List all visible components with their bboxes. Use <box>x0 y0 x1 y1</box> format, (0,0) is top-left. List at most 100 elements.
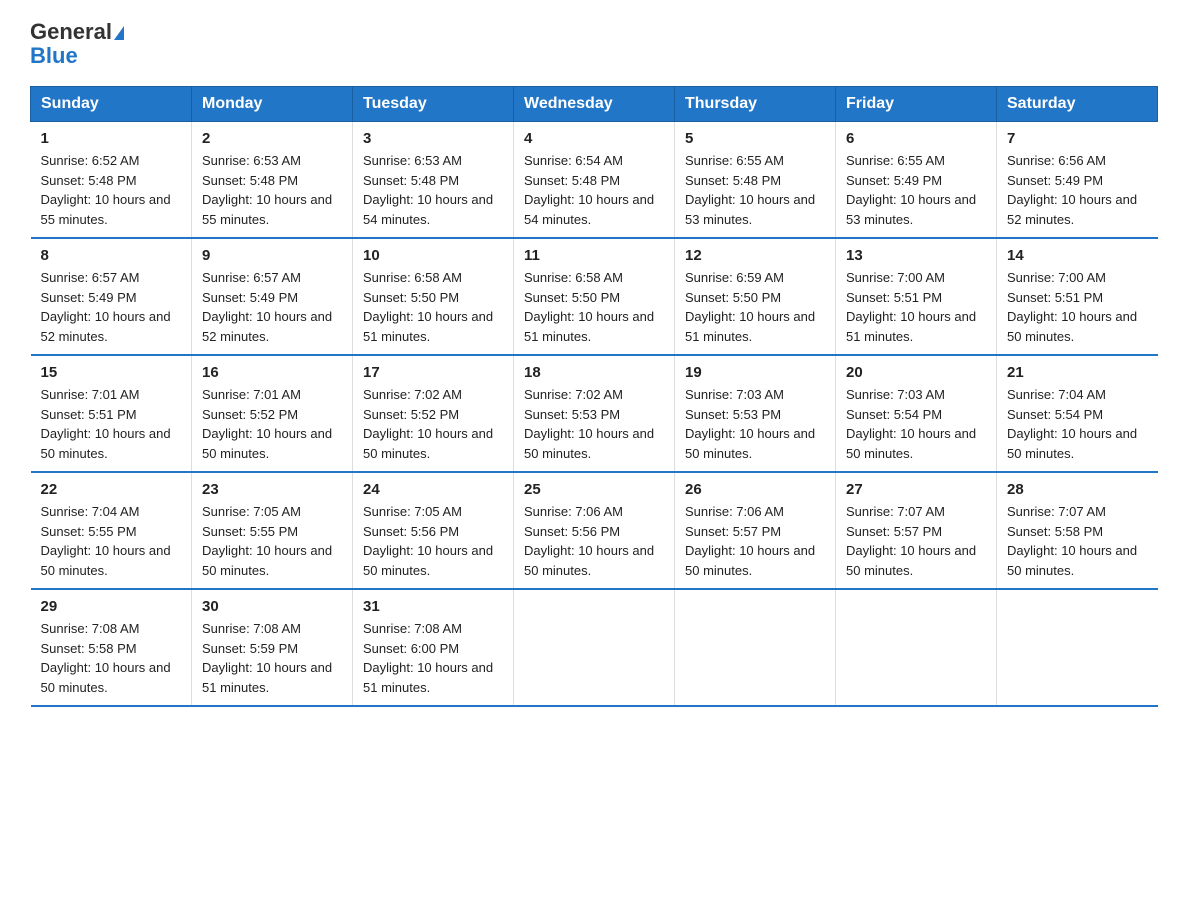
day-info: Sunrise: 6:55 AMSunset: 5:48 PMDaylight:… <box>685 153 815 227</box>
day-number: 19 <box>685 364 825 381</box>
weekday-header-saturday: Saturday <box>997 87 1158 122</box>
day-number: 1 <box>41 130 182 147</box>
day-info: Sunrise: 7:07 AMSunset: 5:58 PMDaylight:… <box>1007 504 1137 578</box>
calendar-cell: 1 Sunrise: 6:52 AMSunset: 5:48 PMDaylight… <box>31 122 192 239</box>
calendar-week-row: 1 Sunrise: 6:52 AMSunset: 5:48 PMDaylight… <box>31 122 1158 239</box>
day-info: Sunrise: 7:02 AMSunset: 5:53 PMDaylight:… <box>524 387 654 461</box>
logo-general-text: General <box>30 19 112 44</box>
logo-blue-text: Blue <box>30 44 124 68</box>
calendar-cell: 26Sunrise: 7:06 AMSunset: 5:57 PMDayligh… <box>675 472 836 589</box>
day-number: 27 <box>846 481 986 498</box>
day-number: 15 <box>41 364 182 381</box>
calendar-cell: 19Sunrise: 7:03 AMSunset: 5:53 PMDayligh… <box>675 355 836 472</box>
day-info: Sunrise: 7:05 AMSunset: 5:56 PMDaylight:… <box>363 504 493 578</box>
calendar-cell: 20 Sunrise: 7:03 AMSunset: 5:54 PMDayligh… <box>836 355 997 472</box>
calendar-cell: 11 Sunrise: 6:58 AMSunset: 5:50 PMDayligh… <box>514 238 675 355</box>
calendar-cell: 27 Sunrise: 7:07 AMSunset: 5:57 PMDayligh… <box>836 472 997 589</box>
day-info: Sunrise: 6:59 AMSunset: 5:50 PMDaylight:… <box>685 270 815 344</box>
day-info: Sunrise: 7:01 AMSunset: 5:52 PMDaylight:… <box>202 387 332 461</box>
day-number: 8 <box>41 247 182 264</box>
calendar-cell: 14Sunrise: 7:00 AMSunset: 5:51 PMDayligh… <box>997 238 1158 355</box>
day-info: Sunrise: 7:08 AMSunset: 5:59 PMDaylight:… <box>202 621 332 695</box>
day-info: Sunrise: 7:01 AMSunset: 5:51 PMDaylight:… <box>41 387 171 461</box>
calendar-cell: 22Sunrise: 7:04 AMSunset: 5:55 PMDayligh… <box>31 472 192 589</box>
logo-triangle-icon <box>114 26 124 40</box>
day-number: 9 <box>202 247 342 264</box>
day-info: Sunrise: 6:53 AMSunset: 5:48 PMDaylight:… <box>202 153 332 227</box>
calendar-cell: 29Sunrise: 7:08 AMSunset: 5:58 PMDayligh… <box>31 589 192 706</box>
day-info: Sunrise: 7:00 AMSunset: 5:51 PMDaylight:… <box>846 270 976 344</box>
day-number: 26 <box>685 481 825 498</box>
day-info: Sunrise: 7:08 AMSunset: 6:00 PMDaylight:… <box>363 621 493 695</box>
day-number: 12 <box>685 247 825 264</box>
day-info: Sunrise: 6:58 AMSunset: 5:50 PMDaylight:… <box>524 270 654 344</box>
day-number: 20 <box>846 364 986 381</box>
day-number: 24 <box>363 481 503 498</box>
weekday-header-tuesday: Tuesday <box>353 87 514 122</box>
calendar-week-row: 15 Sunrise: 7:01 AMSunset: 5:51 PMDayligh… <box>31 355 1158 472</box>
calendar-cell: 18 Sunrise: 7:02 AMSunset: 5:53 PMDayligh… <box>514 355 675 472</box>
day-info: Sunrise: 6:58 AMSunset: 5:50 PMDaylight:… <box>363 270 493 344</box>
calendar-cell: 21 Sunrise: 7:04 AMSunset: 5:54 PMDayligh… <box>997 355 1158 472</box>
day-number: 11 <box>524 247 664 264</box>
day-info: Sunrise: 6:55 AMSunset: 5:49 PMDaylight:… <box>846 153 976 227</box>
calendar-cell: 4Sunrise: 6:54 AMSunset: 5:48 PMDaylight… <box>514 122 675 239</box>
calendar-cell: 17 Sunrise: 7:02 AMSunset: 5:52 PMDayligh… <box>353 355 514 472</box>
weekday-header-row: SundayMondayTuesdayWednesdayThursdayFrid… <box>31 87 1158 122</box>
day-info: Sunrise: 7:06 AMSunset: 5:56 PMDaylight:… <box>524 504 654 578</box>
weekday-header-thursday: Thursday <box>675 87 836 122</box>
day-info: Sunrise: 7:04 AMSunset: 5:55 PMDaylight:… <box>41 504 171 578</box>
weekday-header-friday: Friday <box>836 87 997 122</box>
day-info: Sunrise: 7:02 AMSunset: 5:52 PMDaylight:… <box>363 387 493 461</box>
day-info: Sunrise: 6:52 AMSunset: 5:48 PMDaylight:… <box>41 153 171 227</box>
calendar-cell <box>836 589 997 706</box>
calendar-week-row: 8 Sunrise: 6:57 AMSunset: 5:49 PMDaylight… <box>31 238 1158 355</box>
calendar-cell: 6 Sunrise: 6:55 AMSunset: 5:49 PMDaylight… <box>836 122 997 239</box>
calendar-cell: 23Sunrise: 7:05 AMSunset: 5:55 PMDayligh… <box>192 472 353 589</box>
day-info: Sunrise: 6:54 AMSunset: 5:48 PMDaylight:… <box>524 153 654 227</box>
calendar-cell: 16 Sunrise: 7:01 AMSunset: 5:52 PMDayligh… <box>192 355 353 472</box>
logo: General Blue <box>30 20 124 68</box>
day-number: 13 <box>846 247 986 264</box>
day-number: 30 <box>202 598 342 615</box>
day-number: 6 <box>846 130 986 147</box>
day-number: 25 <box>524 481 664 498</box>
day-number: 7 <box>1007 130 1148 147</box>
calendar-cell <box>997 589 1158 706</box>
calendar-week-row: 22Sunrise: 7:04 AMSunset: 5:55 PMDayligh… <box>31 472 1158 589</box>
calendar-cell: 30 Sunrise: 7:08 AMSunset: 5:59 PMDayligh… <box>192 589 353 706</box>
day-info: Sunrise: 6:57 AMSunset: 5:49 PMDaylight:… <box>202 270 332 344</box>
day-info: Sunrise: 6:53 AMSunset: 5:48 PMDaylight:… <box>363 153 493 227</box>
calendar-cell: 25 Sunrise: 7:06 AMSunset: 5:56 PMDayligh… <box>514 472 675 589</box>
day-number: 5 <box>685 130 825 147</box>
calendar-week-row: 29Sunrise: 7:08 AMSunset: 5:58 PMDayligh… <box>31 589 1158 706</box>
day-info: Sunrise: 7:03 AMSunset: 5:54 PMDaylight:… <box>846 387 976 461</box>
calendar-table: SundayMondayTuesdayWednesdayThursdayFrid… <box>30 86 1158 707</box>
calendar-cell: 8Sunrise: 6:57 AMSunset: 5:49 PMDaylight… <box>31 238 192 355</box>
calendar-cell: 24 Sunrise: 7:05 AMSunset: 5:56 PMDayligh… <box>353 472 514 589</box>
calendar-cell: 12 Sunrise: 6:59 AMSunset: 5:50 PMDayligh… <box>675 238 836 355</box>
day-number: 29 <box>41 598 182 615</box>
calendar-cell: 31Sunrise: 7:08 AMSunset: 6:00 PMDayligh… <box>353 589 514 706</box>
page-header: General Blue <box>30 20 1158 68</box>
calendar-cell: 15 Sunrise: 7:01 AMSunset: 5:51 PMDayligh… <box>31 355 192 472</box>
day-number: 2 <box>202 130 342 147</box>
calendar-cell <box>514 589 675 706</box>
day-info: Sunrise: 6:56 AMSunset: 5:49 PMDaylight:… <box>1007 153 1137 227</box>
weekday-header-wednesday: Wednesday <box>514 87 675 122</box>
day-number: 21 <box>1007 364 1148 381</box>
day-number: 16 <box>202 364 342 381</box>
day-number: 28 <box>1007 481 1148 498</box>
day-number: 17 <box>363 364 503 381</box>
weekday-header-sunday: Sunday <box>31 87 192 122</box>
day-number: 10 <box>363 247 503 264</box>
day-info: Sunrise: 7:07 AMSunset: 5:57 PMDaylight:… <box>846 504 976 578</box>
calendar-cell: 3Sunrise: 6:53 AMSunset: 5:48 PMDaylight… <box>353 122 514 239</box>
day-info: Sunrise: 7:04 AMSunset: 5:54 PMDaylight:… <box>1007 387 1137 461</box>
calendar-cell: 9 Sunrise: 6:57 AMSunset: 5:49 PMDaylight… <box>192 238 353 355</box>
calendar-cell: 7 Sunrise: 6:56 AMSunset: 5:49 PMDaylight… <box>997 122 1158 239</box>
calendar-cell: 13 Sunrise: 7:00 AMSunset: 5:51 PMDayligh… <box>836 238 997 355</box>
day-number: 18 <box>524 364 664 381</box>
calendar-cell <box>675 589 836 706</box>
calendar-cell: 28 Sunrise: 7:07 AMSunset: 5:58 PMDayligh… <box>997 472 1158 589</box>
